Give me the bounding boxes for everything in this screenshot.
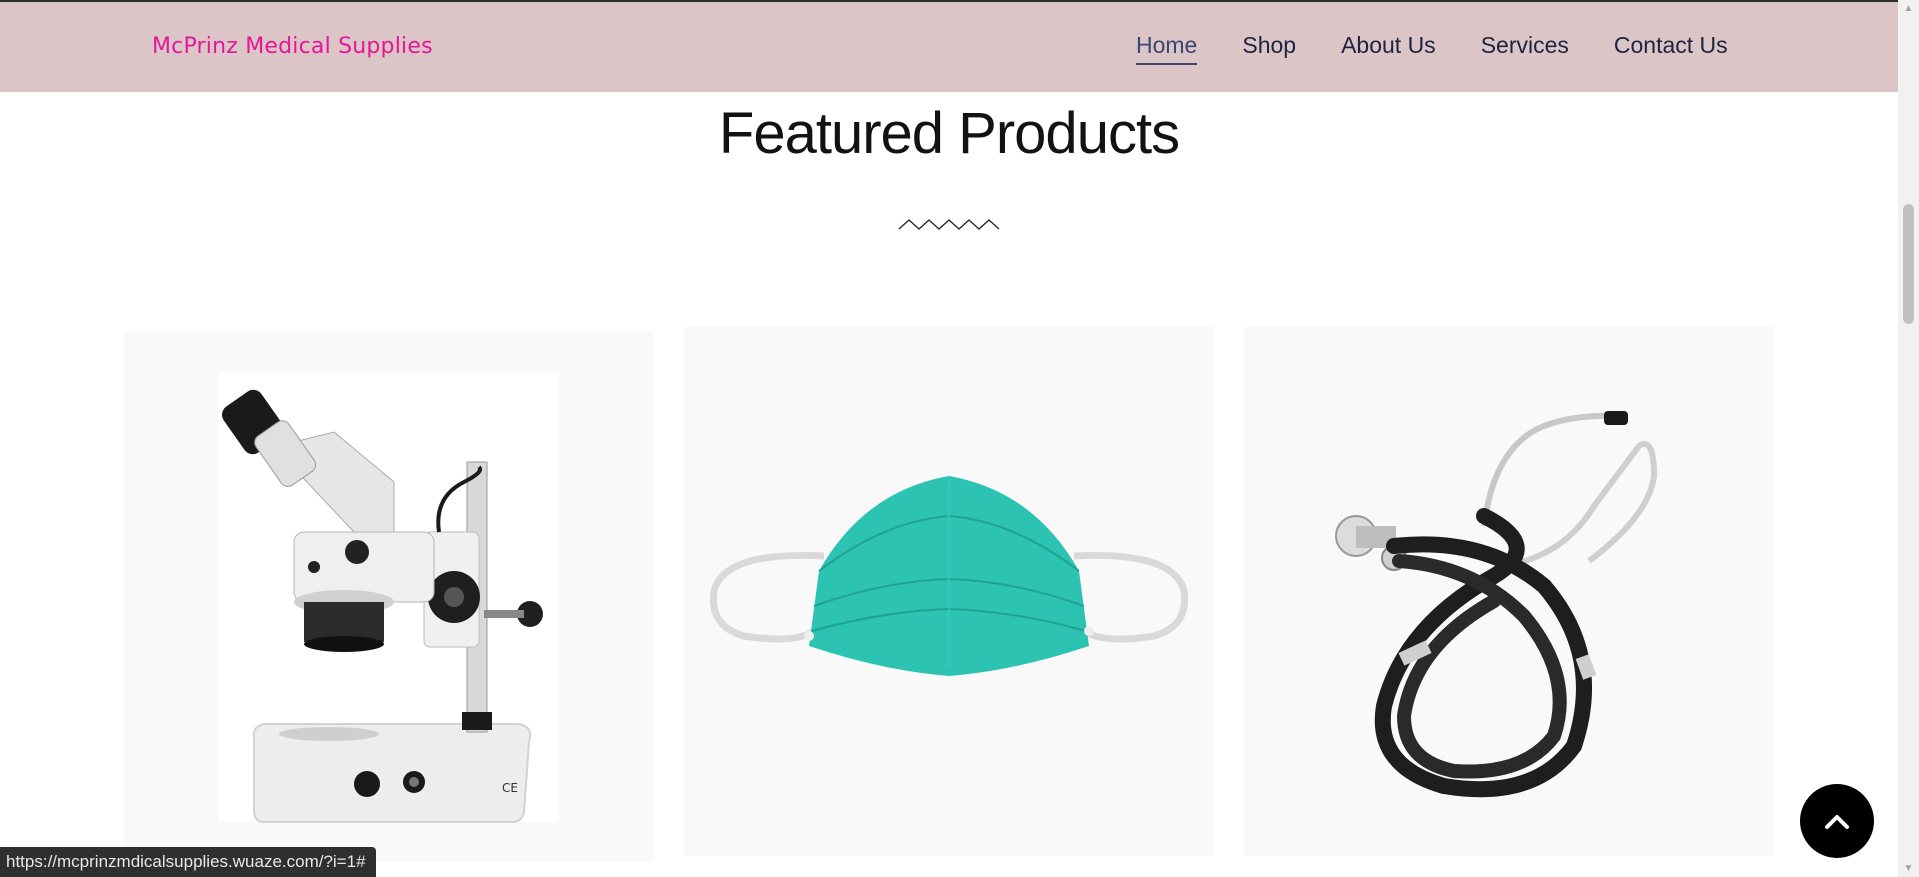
product-card-surgical-mask[interactable]: [684, 326, 1214, 856]
vertical-scrollbar[interactable]: ▲ ▼: [1898, 0, 1919, 877]
stethoscope-image: [1244, 326, 1774, 856]
page: McPrinz Medical Supplies Home Shop About…: [0, 0, 1919, 877]
nav-item-services[interactable]: Services: [1481, 32, 1569, 65]
scroll-up-arrow-icon[interactable]: ▲: [1898, 0, 1919, 17]
nav-item-about-us[interactable]: About Us: [1341, 32, 1436, 65]
surgical-mask-image: [684, 326, 1214, 856]
link-status-bar: https://mcprinzmdicalsupplies.wuaze.com/…: [0, 847, 376, 877]
nav-item-home[interactable]: Home: [1136, 32, 1198, 65]
scrollbar-thumb[interactable]: [1903, 204, 1914, 324]
back-to-top-button[interactable]: [1800, 784, 1874, 858]
nav-item-contact-us[interactable]: Contact Us: [1614, 32, 1728, 65]
site-header: McPrinz Medical Supplies Home Shop About…: [0, 2, 1898, 92]
main-nav: Home Shop About Us Services Contact Us: [1136, 32, 1773, 65]
svg-text:CE: CE: [502, 781, 518, 795]
chevron-up-icon: [1825, 815, 1849, 829]
zigzag-divider-icon: [898, 219, 1000, 230]
scroll-down-arrow-icon[interactable]: ▼: [1898, 860, 1919, 877]
brand-logo-text[interactable]: McPrinz Medical Supplies: [152, 34, 433, 59]
nav-item-shop[interactable]: Shop: [1242, 32, 1296, 65]
section-title: Featured Products: [718, 101, 1180, 166]
microscope-image: CE: [124, 332, 654, 862]
product-card-stethoscope[interactable]: [1244, 326, 1774, 856]
product-card-microscope[interactable]: CE: [124, 332, 654, 862]
